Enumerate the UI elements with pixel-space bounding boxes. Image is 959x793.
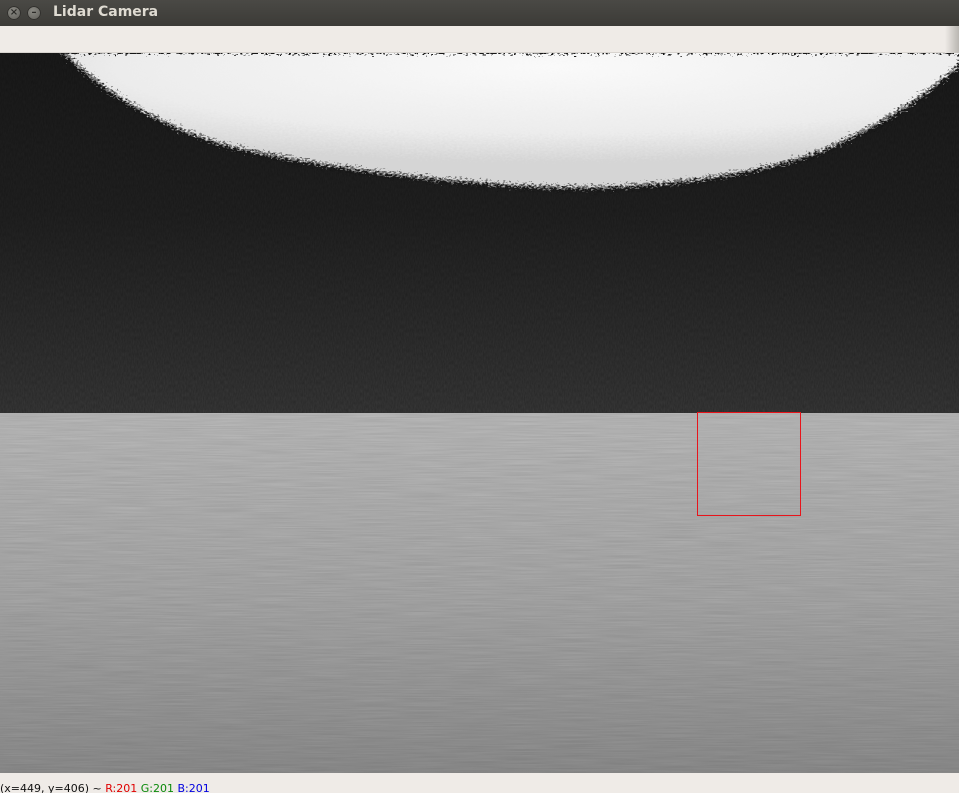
pixel-coordinates: (x=449, y=406) ~ xyxy=(0,782,106,793)
green-value: G:201 xyxy=(140,782,174,793)
red-value: R:201 xyxy=(105,782,138,793)
title-bar[interactable]: × – Lidar Camera xyxy=(0,0,959,26)
status-bar: (x=449, y=406) ~ R:201 G:201 B:201 xyxy=(0,773,959,793)
lidar-image xyxy=(0,53,959,773)
close-icon[interactable]: × xyxy=(7,6,21,20)
toolbar-edge xyxy=(945,26,959,53)
minimize-icon[interactable]: – xyxy=(27,6,41,20)
toolbar xyxy=(0,26,959,53)
lidar-image-view[interactable] xyxy=(0,53,959,773)
roi-rectangle xyxy=(697,412,801,516)
window-title: Lidar Camera xyxy=(53,4,159,20)
lidar-camera-window: × – Lidar Camera (x=449, y=406) ~ R:201 … xyxy=(0,0,959,793)
blue-value: B:201 xyxy=(177,782,210,793)
